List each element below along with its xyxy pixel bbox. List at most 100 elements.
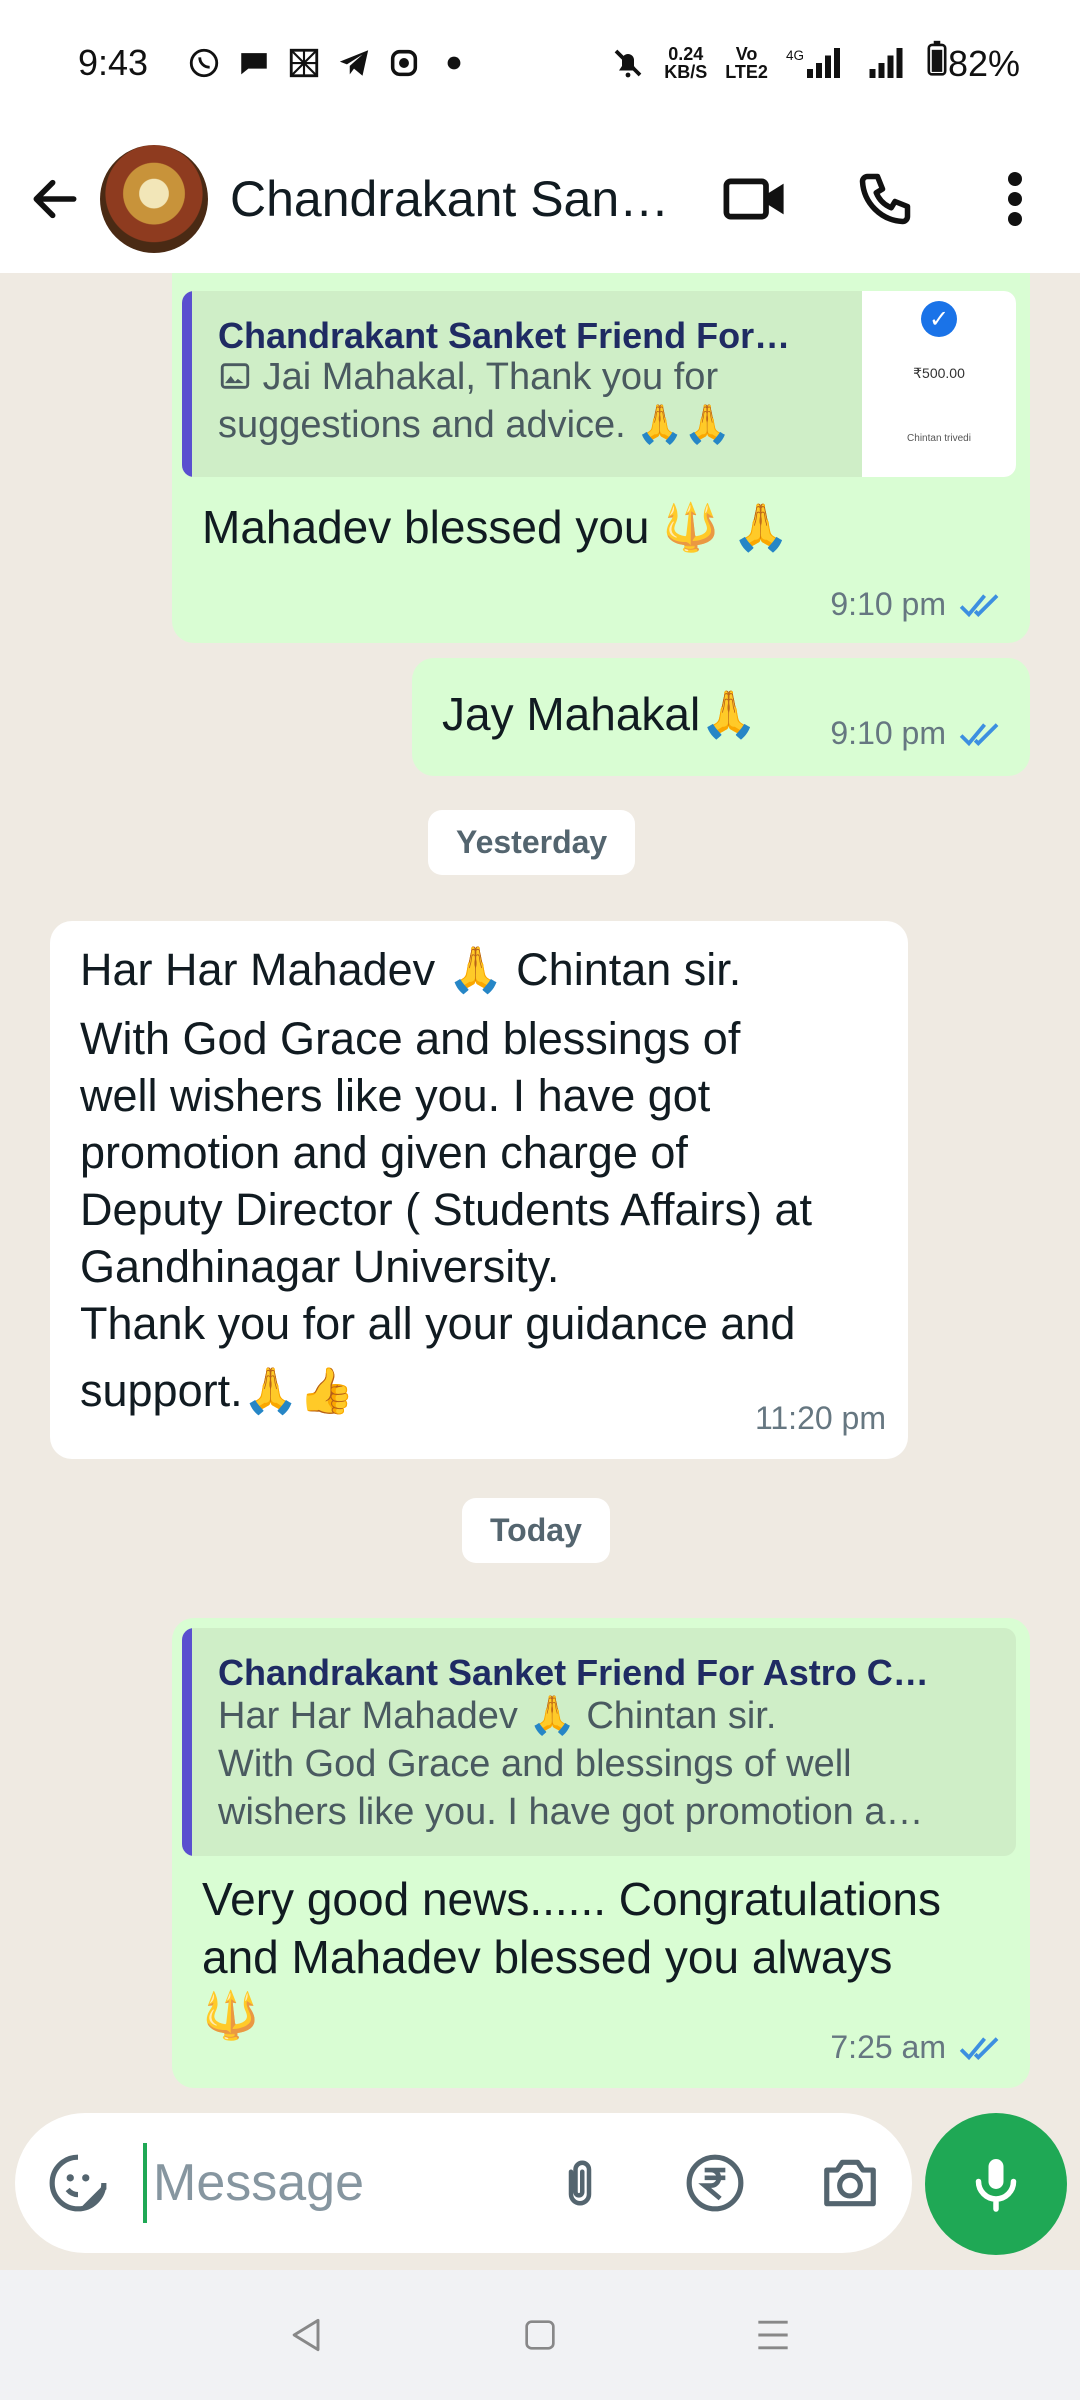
nav-back-button[interactable] (267, 2295, 347, 2375)
more-vertical-icon (1008, 172, 1022, 226)
message-text: Jay Mahakal🙏 (442, 688, 758, 740)
camera-icon (824, 2159, 876, 2207)
message-meta: 9:10 pm (830, 705, 1008, 762)
message-outgoing[interactable]: Chandrakant Sanket Friend For Astro C… H… (172, 1618, 1030, 2088)
message-line: and Mahadev blessed you always (202, 1931, 893, 1983)
voice-message-button[interactable] (925, 2113, 1067, 2255)
data-speed-value: 0.24 (668, 43, 704, 64)
thumbnail-name: Chintan trivedi (907, 433, 971, 444)
chat-bubble-icon (236, 45, 272, 81)
phone-icon (859, 173, 911, 225)
message-incoming[interactable]: Har Har Mahadev 🙏 Chintan sir. With God … (50, 921, 908, 1459)
message-line: Deputy Director ( Students Affairs) at (80, 1184, 812, 1235)
image-icon (218, 356, 252, 398)
message-line: Thank you for all your guidance and (80, 1298, 796, 1349)
quote-accent-bar (182, 291, 192, 477)
battery: 82% (926, 40, 1020, 85)
message-time: 7:25 am (830, 2029, 946, 2065)
message-input[interactable] (143, 2143, 523, 2223)
menu-lines-icon (758, 2320, 788, 2350)
status-bar: 9:43 0.24 KB/S Vo LTE2 4G 82% (0, 0, 1080, 125)
message-time: 9:10 pm (830, 586, 946, 622)
whatsapp-icon (186, 45, 222, 81)
thumbnail-amount: ₹500.00 (913, 365, 965, 381)
quote-text-line: Har Har Mahadev 🙏 Chintan sir. (218, 1695, 777, 1737)
double-check-read-icon (959, 2036, 999, 2060)
message-outgoing[interactable]: Jay Mahakal🙏 9:10 pm (412, 658, 1030, 776)
message-text: Very good news...... Congratulations and… (202, 1870, 941, 2044)
checkered-app-icon (286, 45, 322, 81)
message-line: well wishers like you. I have got (80, 1070, 711, 1121)
sticker-smiley-icon (49, 2154, 107, 2212)
signal-icon (864, 45, 908, 81)
chat-header: Chandrakant Sank… (0, 125, 1080, 273)
double-check-read-icon (959, 593, 999, 617)
volte-bottom: LTE2 (725, 61, 768, 82)
message-line: Gandhinagar University. (80, 1241, 560, 1292)
data-speed: 0.24 KB/S (664, 45, 707, 81)
triangle-back-icon (292, 2318, 320, 2352)
message-line: Very good news...... Congratulations (202, 1873, 941, 1925)
quote-text-line: wishers like you. I have got promotion a… (218, 1791, 924, 1833)
paperclip-icon (568, 2160, 592, 2206)
video-camera-icon (723, 178, 784, 220)
message-line: With God Grace and blessings of (80, 1013, 741, 1064)
system-navigation-bar (0, 2270, 1080, 2400)
volte-top: Vo (735, 43, 758, 64)
voice-call-button[interactable] (840, 154, 930, 244)
quote-text-line: Jai Mahakal, Thank you for (262, 356, 719, 398)
notification-icons (186, 45, 472, 81)
quote-text-line: suggestions and advice. 🙏🙏 (218, 404, 731, 446)
back-arrow-icon (33, 179, 77, 219)
nav-home-button[interactable] (500, 2295, 580, 2375)
mute-bell-icon (610, 45, 646, 81)
telegram-icon (336, 45, 372, 81)
date-chip-today: Today (462, 1498, 610, 1563)
status-time: 9:43 (78, 41, 149, 83)
quoted-message[interactable]: Chandrakant Sanket Friend For… Jai Mahak… (182, 291, 1016, 477)
message-text: Har Har Mahadev 🙏 Chintan sir. With God … (80, 941, 900, 1419)
payment-thumbnail[interactable]: ✓ ₹500.00 Chintan trivedi (862, 291, 1016, 477)
square-home-icon (525, 2320, 555, 2350)
message-composer (15, 2113, 912, 2253)
attach-button[interactable] (540, 2143, 620, 2223)
camera-button[interactable] (810, 2143, 890, 2223)
rupee-icon (686, 2154, 744, 2212)
message-outgoing[interactable]: Chandrakant Sanket Friend For… Jai Mahak… (172, 273, 1030, 643)
battery-percent: 82% (947, 43, 1020, 84)
double-check-read-icon (959, 722, 999, 746)
message-line: promotion and given charge of (80, 1127, 688, 1178)
back-button[interactable] (20, 164, 90, 234)
quote-text: Har Har Mahadev 🙏 Chintan sir. With God … (218, 1692, 998, 1836)
quote-text-line: With God Grace and blessings of well (218, 1743, 852, 1785)
signal-4g-icon: 4G (786, 45, 846, 81)
microphone-icon (975, 2159, 1017, 2212)
payment-button[interactable] (675, 2143, 755, 2223)
message-text: Mahadev blessed you 🔱 🙏 (202, 501, 790, 553)
message-meta: 7:25 am (830, 2019, 1008, 2076)
battery-icon (927, 40, 947, 76)
more-notifications-dot-icon (436, 45, 472, 81)
date-chip-yesterday: Yesterday (428, 810, 636, 875)
message-time: 11:20 pm (754, 1400, 886, 1436)
quoted-message[interactable]: Chandrakant Sanket Friend For Astro C… H… (182, 1628, 1016, 1856)
quote-accent-bar (182, 1628, 192, 1856)
system-icons: 0.24 KB/S Vo LTE2 4G 82% (610, 40, 1020, 85)
more-options-button[interactable] (970, 154, 1060, 244)
camera-app-icon (386, 45, 422, 81)
message-line: Har Har Mahadev 🙏 Chintan sir. (80, 944, 742, 995)
contact-avatar[interactable] (100, 145, 208, 253)
emoji-sticker-button[interactable] (43, 2148, 113, 2218)
video-call-button[interactable] (710, 154, 800, 244)
nav-recents-button[interactable] (733, 2295, 813, 2375)
svg-text:4G: 4G (786, 48, 804, 63)
message-meta: 9:10 pm (830, 576, 1008, 633)
volte-indicator: Vo LTE2 (725, 45, 768, 81)
check-circle-icon: ✓ (921, 301, 957, 337)
quote-text: Jai Mahakal, Thank you for suggestions a… (218, 353, 838, 449)
message-time: 9:10 pm (830, 715, 946, 751)
message-meta: 11:20 pm (755, 1390, 886, 1447)
chat-area[interactable]: Chandrakant Sanket Friend For… Jai Mahak… (0, 273, 1080, 2113)
data-speed-unit: KB/S (664, 61, 708, 82)
contact-name[interactable]: Chandrakant Sank… (230, 170, 680, 228)
